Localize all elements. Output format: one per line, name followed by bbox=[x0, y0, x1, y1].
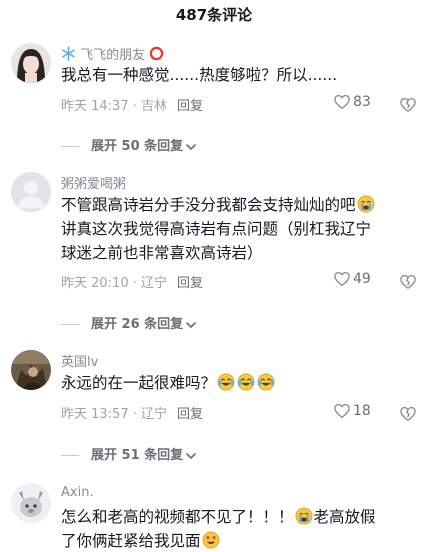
comment-time-location: 昨天 14:37 · 吉林 bbox=[61, 99, 167, 114]
comment-text-line: 讲真这次我觉得高诗岩有点问题（别杠我辽宁 bbox=[61, 220, 372, 238]
comment-text: 不管跟高诗岩分手没分我都会支持灿灿的吧 讲真这次我觉得高诗岩有点问题（别杠我辽宁… bbox=[61, 193, 413, 265]
avatar[interactable] bbox=[11, 43, 51, 83]
divider-line bbox=[61, 455, 79, 456]
dislike-button[interactable] bbox=[399, 403, 417, 423]
comment-time-location: 昨天 20:10 · 辽宁 bbox=[61, 276, 167, 291]
broken-heart-icon bbox=[400, 406, 416, 421]
crying-face-emoji-icon bbox=[295, 507, 312, 525]
red-circle-icon bbox=[150, 46, 164, 61]
expand-replies-label[interactable]: 展开 26 条回复 bbox=[91, 317, 183, 332]
broken-heart-icon bbox=[400, 274, 416, 289]
heart-icon bbox=[334, 403, 350, 419]
tears-of-joy-emoji-icon bbox=[217, 373, 235, 391]
like-button[interactable]: 18 bbox=[333, 402, 371, 420]
chevron-down-icon bbox=[186, 452, 196, 459]
comment-text: 我总有一种感觉......热度够啦？所以...... bbox=[61, 66, 338, 84]
comment-text: 怎么和老高的视频都不见了！！！ 老高放假 了你俩赶紧给我见面 bbox=[61, 505, 413, 552]
comment-text-line: 怎么和老高的视频都不见了！！！ bbox=[61, 508, 294, 526]
avatar-image bbox=[11, 43, 51, 83]
comment-text-line: 永远的在一起很难吗？ bbox=[61, 374, 217, 392]
avatar[interactable] bbox=[11, 350, 51, 390]
comment-username[interactable]: Axin. bbox=[61, 485, 94, 500]
expand-replies-label[interactable]: 展开 51 条回复 bbox=[91, 448, 183, 463]
chevron-down-icon bbox=[186, 321, 196, 328]
comment-username[interactable]: 飞飞的朋友 bbox=[61, 44, 164, 63]
dislike-button[interactable] bbox=[399, 271, 417, 291]
divider-line bbox=[61, 324, 79, 325]
expand-replies-label[interactable]: 展开 50 条回复 bbox=[91, 139, 183, 154]
comment-username[interactable]: 粥粥爱喝粥 bbox=[61, 173, 126, 192]
like-button[interactable]: 83 bbox=[333, 93, 371, 111]
comment-username[interactable]: 英国lv bbox=[61, 351, 98, 370]
comment-text-line: 老高放假 bbox=[313, 508, 376, 526]
heart-icon bbox=[334, 94, 350, 110]
crying-face-emoji-icon bbox=[357, 195, 374, 213]
avatar-image bbox=[11, 483, 51, 523]
expand-replies-button[interactable]: 展开 26 条回复 bbox=[61, 313, 197, 332]
broken-heart-icon bbox=[400, 97, 416, 112]
avatar[interactable] bbox=[11, 483, 51, 523]
like-count: 49 bbox=[353, 271, 371, 287]
expand-replies-button[interactable]: 展开 51 条回复 bbox=[61, 444, 197, 463]
comment-item: 飞飞的朋友 我总有一种感觉......热度够啦？所以...... 昨天 14:3… bbox=[0, 0, 428, 160]
comment-time-location: 昨天 13:57 · 辽宁 bbox=[61, 407, 167, 422]
reply-button[interactable]: 回复 bbox=[177, 99, 203, 114]
comment-item: 粥粥爱喝粥 不管跟高诗岩分手没分我都会支持灿灿的吧 讲真这次我觉得高诗岩有点问题… bbox=[0, 160, 428, 340]
expand-replies-button[interactable]: 展开 50 条回复 bbox=[61, 135, 197, 154]
avatar-image bbox=[11, 350, 51, 390]
reply-button[interactable]: 回复 bbox=[177, 407, 203, 422]
comment-text-line: 了你俩赶紧给我见面 bbox=[61, 532, 201, 550]
comment-meta: 昨天 13:57 · 辽宁 回复 bbox=[61, 403, 203, 422]
comment-text-line: 不管跟高诗岩分手没分我都会支持灿灿的吧 bbox=[61, 196, 356, 214]
like-button[interactable]: 49 bbox=[333, 270, 371, 288]
like-count: 83 bbox=[353, 94, 371, 110]
heart-eyes-emoji-icon bbox=[202, 531, 219, 549]
comment-item: 英国lv 永远的在一起很难吗？ 昨天 13:57 · 辽宁 回复 18 展开 51… bbox=[0, 340, 428, 470]
comment-item: Axin. 怎么和老高的视频都不见了！！！ 老高放假 了你俩赶紧给我见面 bbox=[0, 470, 428, 552]
tears-of-joy-emoji-icon bbox=[257, 373, 275, 391]
username-text[interactable]: 飞飞的朋友 bbox=[80, 48, 145, 63]
comment-text: 永远的在一起很难吗？ bbox=[61, 371, 413, 395]
like-count: 18 bbox=[353, 403, 371, 419]
avatar[interactable] bbox=[11, 172, 51, 212]
divider-line bbox=[61, 146, 79, 147]
comment-text-line: 球迷之前也非常喜欢高诗岩） bbox=[61, 244, 263, 262]
heart-icon bbox=[334, 271, 350, 287]
default-avatar-image bbox=[11, 172, 51, 212]
snowflake-icon bbox=[62, 46, 75, 61]
reply-button[interactable]: 回复 bbox=[177, 276, 203, 291]
chevron-down-icon bbox=[186, 143, 196, 150]
comment-meta: 昨天 20:10 · 辽宁 回复 bbox=[61, 272, 203, 291]
comment-meta: 昨天 14:37 · 吉林 回复 bbox=[61, 95, 203, 114]
tears-of-joy-emoji-icon bbox=[237, 373, 255, 391]
dislike-button[interactable] bbox=[399, 94, 417, 114]
